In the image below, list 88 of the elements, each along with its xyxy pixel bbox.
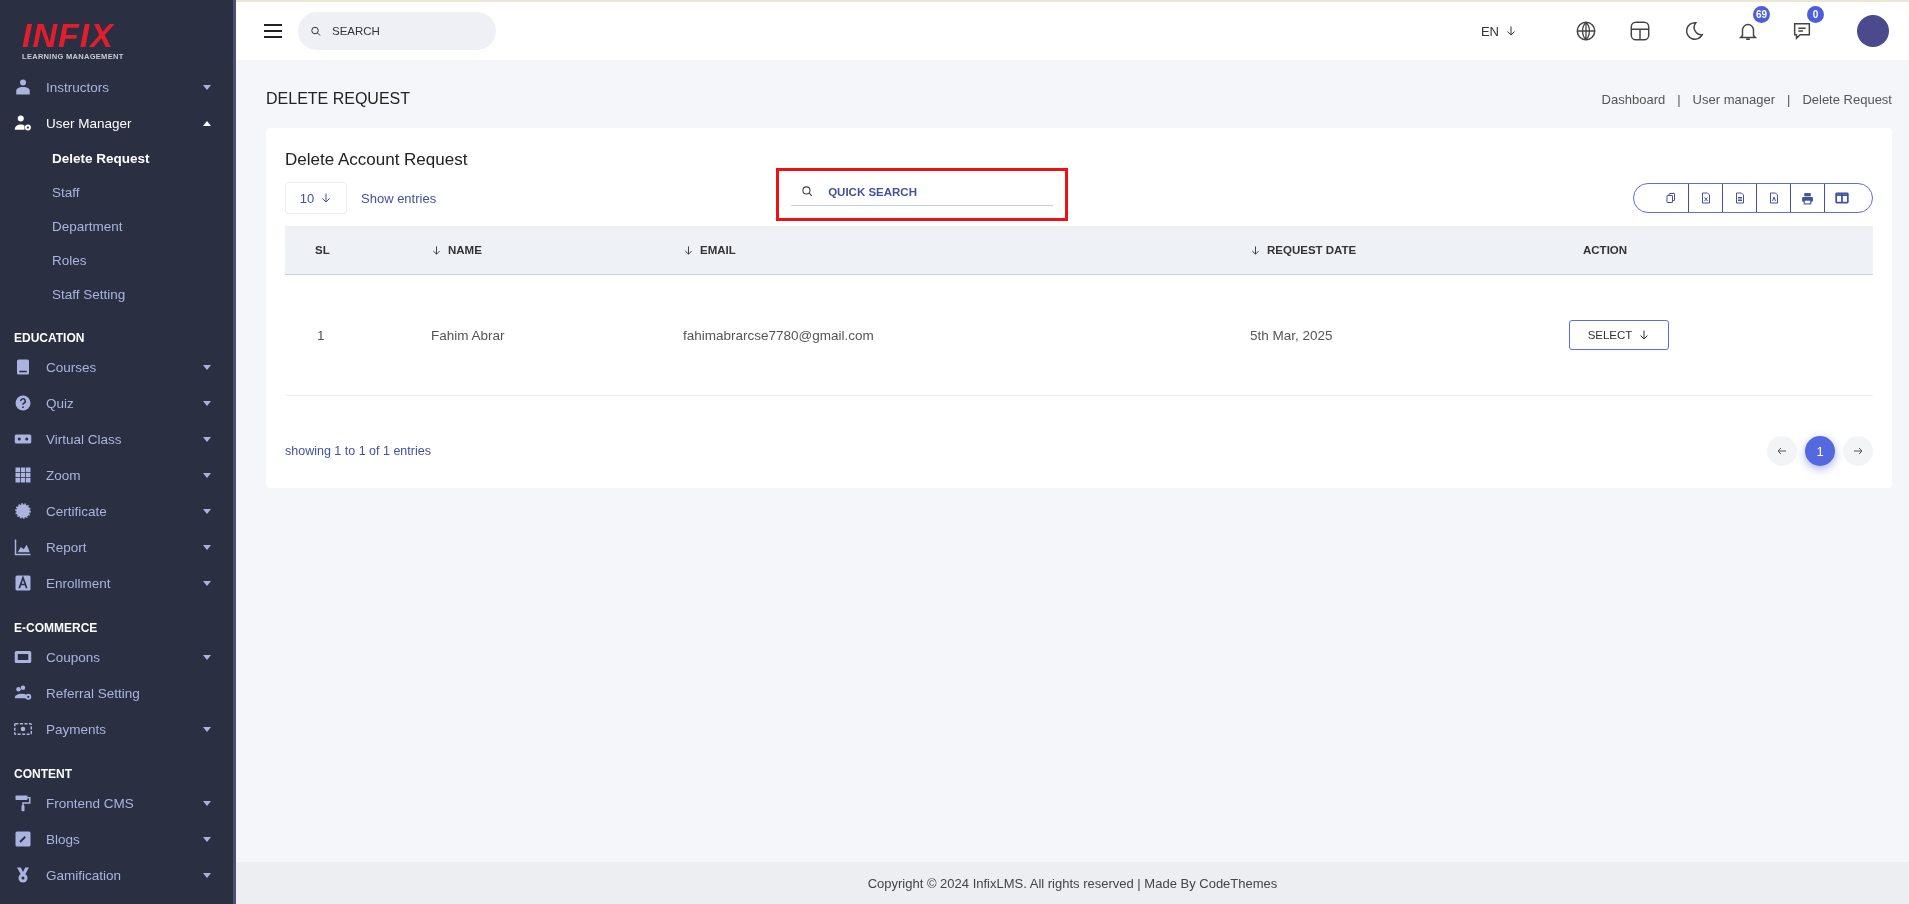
- page-button[interactable]: 1: [1805, 436, 1835, 466]
- page-title: DELETE REQUEST: [266, 90, 411, 108]
- ticket-icon: [14, 648, 32, 666]
- sort-arrow-icon: [431, 244, 442, 256]
- table-cell-text: 5th Mar, 2025: [1249, 327, 1334, 343]
- entries-label: Show entries: [361, 190, 437, 206]
- section-heading: EDUCATION: [13, 330, 86, 347]
- sidebar-item[interactable]: Courses: [0, 349, 233, 385]
- sidebar-item[interactable]: Referral Setting: [0, 675, 233, 711]
- sidebar-subitem[interactable]: Staff Setting: [0, 277, 233, 311]
- copyright-text: Copyright © 2024 InfixLMS. All rights reserved | Made By CodeThemes: [236, 862, 1909, 904]
- moon-icon: [1683, 20, 1705, 42]
- notification-badge: 69: [1753, 6, 1770, 23]
- table-cell-text: 1: [316, 327, 326, 343]
- arrow-left-icon: [1776, 445, 1788, 457]
- sidebar-item[interactable]: Gamification: [0, 857, 233, 893]
- spreadsheet-file-icon: [1699, 192, 1712, 204]
- sidebar-item[interactable]: Blogs: [0, 821, 233, 857]
- sidebar-item[interactable]: Coupons: [0, 639, 233, 675]
- arrow-down-icon: [1638, 329, 1651, 341]
- quick-search-field[interactable]: QUICK SEARCH: [791, 178, 1054, 206]
- pencil-square-icon: [14, 830, 32, 848]
- section-heading: CONTENT: [13, 766, 73, 783]
- column-header[interactable]: REQUEST DATE: [1220, 244, 1553, 256]
- sidebar-item[interactable]: Report: [0, 529, 233, 565]
- pdf-file-icon: [1767, 192, 1780, 204]
- breadcrumb-link[interactable]: Delete Request: [1802, 91, 1892, 107]
- question-icon: [14, 394, 32, 412]
- sidebar-subitem[interactable]: Delete Request: [0, 141, 233, 175]
- breadcrumb-link[interactable]: User manager: [1692, 91, 1775, 107]
- seal-icon: [14, 502, 32, 520]
- message-badge: 0: [1807, 6, 1824, 23]
- sidebar-item[interactable]: User Manager: [0, 105, 233, 141]
- user-gear-icon: [14, 114, 32, 132]
- sidebar-item[interactable]: Quiz: [0, 385, 233, 421]
- card-title: Delete Account Request: [285, 150, 469, 170]
- sidebar-item[interactable]: Enrollment: [0, 565, 233, 601]
- column-header[interactable]: ACTION: [1553, 244, 1873, 256]
- letter-a-icon: [14, 574, 32, 592]
- quick-search-input[interactable]: QUICK SEARCH: [826, 184, 1031, 199]
- banknote-icon: [14, 720, 32, 738]
- person-icon: [14, 78, 32, 96]
- area-chart-icon: [14, 538, 32, 556]
- chat-icon: [1791, 20, 1813, 42]
- sidebar-item[interactable]: Certificate: [0, 493, 233, 529]
- layout-icon: [1629, 20, 1651, 42]
- users-gear-icon: [14, 684, 32, 702]
- globe-icon: [1575, 20, 1597, 42]
- table-cell-text: Fahim Abrar: [430, 327, 506, 343]
- book-icon: [14, 358, 32, 376]
- sidebar-item[interactable]: Zoom: [0, 457, 233, 493]
- sidebar-subitem[interactable]: Department: [0, 209, 233, 243]
- sidebar-subitem[interactable]: Staff: [0, 175, 233, 209]
- section-heading: E-COMMERCE: [13, 620, 99, 637]
- arrow-down-icon: [320, 192, 333, 204]
- language-selector[interactable]: EN: [1474, 22, 1523, 40]
- entries-info: showing 1 to 1 of 1 entries: [285, 444, 431, 458]
- grid-icon: [14, 466, 32, 484]
- select-button[interactable]: SELECT: [1569, 320, 1669, 350]
- sidebar-item[interactable]: Frontend CMS: [0, 785, 233, 821]
- search-input[interactable]: SEARCH: [330, 24, 484, 38]
- sidebar-subitem[interactable]: Roles: [0, 243, 233, 277]
- copy-icon: [1665, 192, 1677, 204]
- breadcrumb-separator: |: [1677, 91, 1681, 107]
- breadcrumb-link[interactable]: Dashboard: [1601, 91, 1666, 107]
- printer-icon: [1801, 191, 1814, 205]
- document-icon: [1733, 192, 1746, 204]
- sidebar-item[interactable]: Payments: [0, 711, 233, 747]
- avatar[interactable]: [1857, 15, 1889, 47]
- search-field[interactable]: SEARCH: [298, 12, 496, 50]
- sort-arrow-icon: [1250, 244, 1261, 256]
- search-icon: [310, 24, 322, 38]
- menu-icon: [264, 24, 282, 38]
- sidebar-item[interactable]: Instructors: [0, 69, 233, 105]
- paint-roller-icon: [14, 794, 32, 812]
- column-header[interactable]: NAME: [401, 244, 653, 256]
- breadcrumb-separator: |: [1787, 91, 1791, 107]
- search-icon: [801, 185, 815, 198]
- column-header[interactable]: SL: [285, 244, 401, 256]
- columns-icon: [1834, 191, 1849, 205]
- entries-dropdown[interactable]: 10: [285, 182, 347, 214]
- sidebar-item[interactable]: Virtual Class: [0, 421, 233, 457]
- arrow-right-icon: [1852, 445, 1864, 457]
- table-cell-text: fahimabrarcse7780@gmail.com: [682, 327, 875, 343]
- logo-wordmark: INFIX: [22, 18, 116, 52]
- column-header[interactable]: EMAIL: [653, 244, 1220, 256]
- arrow-down-icon: [1505, 25, 1517, 37]
- sort-arrow-icon: [683, 244, 694, 256]
